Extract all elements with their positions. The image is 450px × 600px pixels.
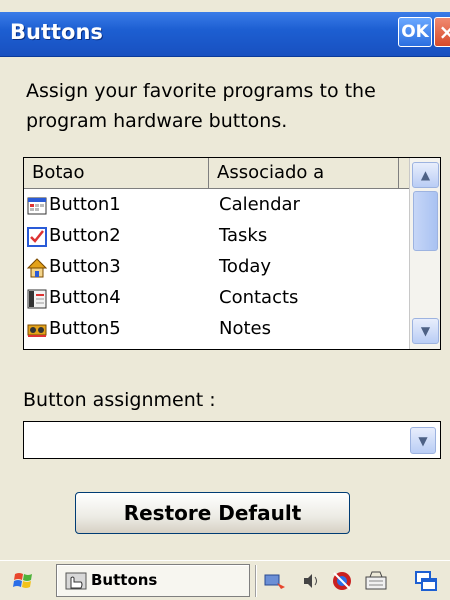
list-item[interactable]: Button2 Tasks	[24, 220, 409, 251]
start-windows-flag-icon[interactable]	[12, 569, 38, 593]
ok-button[interactable]: OK	[398, 17, 432, 47]
hand-pointer-icon	[65, 570, 87, 592]
chevron-up-icon: ▲	[420, 168, 431, 182]
connection-icon[interactable]	[330, 569, 354, 593]
calendar-icon	[27, 195, 47, 215]
task-button-label: Buttons	[91, 571, 158, 589]
taskbar: Buttons	[0, 560, 450, 600]
restore-default-button[interactable]: Restore Default	[75, 492, 350, 534]
list-scrollbar[interactable]: ▲ ▼	[409, 158, 440, 349]
associated-program: Today	[219, 256, 272, 277]
button-assignment-label: Button assignment :	[23, 389, 216, 411]
home-icon	[26, 257, 48, 278]
list-item[interactable]: Button1 Calendar	[24, 189, 409, 220]
keyboard-icon[interactable]	[364, 569, 388, 593]
button-name: Button3	[49, 256, 121, 277]
contacts-card-icon	[27, 288, 47, 309]
associated-program: Notes	[219, 318, 271, 339]
scroll-down-button[interactable]: ▼	[412, 318, 439, 344]
volume-icon[interactable]	[300, 569, 324, 593]
column-header-botao[interactable]: Botao	[24, 158, 209, 188]
dropdown-arrow-button[interactable]: ▼	[410, 427, 436, 454]
button-assignment-dropdown[interactable]: ▼	[23, 421, 441, 459]
scroll-up-button[interactable]: ▲	[412, 162, 439, 188]
associated-program: Tasks	[219, 225, 268, 246]
network-sync-icon[interactable]	[263, 569, 287, 593]
chevron-down-icon: ▼	[418, 433, 428, 448]
button-name: Button1	[49, 194, 121, 215]
tray-separator	[255, 565, 257, 597]
task-button-buttons[interactable]: Buttons	[56, 564, 250, 597]
button-list[interactable]: Botao Associado a Button1 Calendar Butto…	[23, 157, 441, 350]
chevron-down-icon: ▼	[420, 324, 431, 338]
close-button[interactable]: ×	[434, 17, 450, 47]
associated-program: Contacts	[219, 287, 299, 308]
tasks-checkbox-icon	[27, 226, 47, 247]
associated-program: Calendar	[219, 194, 300, 215]
previous-screen-edge	[0, 0, 450, 12]
window-title: Buttons	[10, 20, 103, 44]
list-item[interactable]: Button4 Contacts	[24, 282, 409, 313]
button-name: Button5	[49, 318, 121, 339]
column-header-associado[interactable]: Associado a	[209, 158, 399, 188]
list-item[interactable]: Button5 Notes	[24, 313, 409, 344]
button-name: Button4	[49, 287, 121, 308]
notes-cassette-icon	[27, 319, 47, 339]
instructions-text: Assign your favorite programs to the pro…	[26, 80, 376, 132]
button-name: Button2	[49, 225, 121, 246]
list-item[interactable]: Button3 Today	[24, 251, 409, 282]
list-header: Botao Associado a	[24, 158, 409, 189]
windows-icon[interactable]	[414, 569, 438, 593]
title-bar: Buttons OK ×	[0, 12, 450, 57]
scroll-thumb[interactable]	[413, 191, 438, 251]
